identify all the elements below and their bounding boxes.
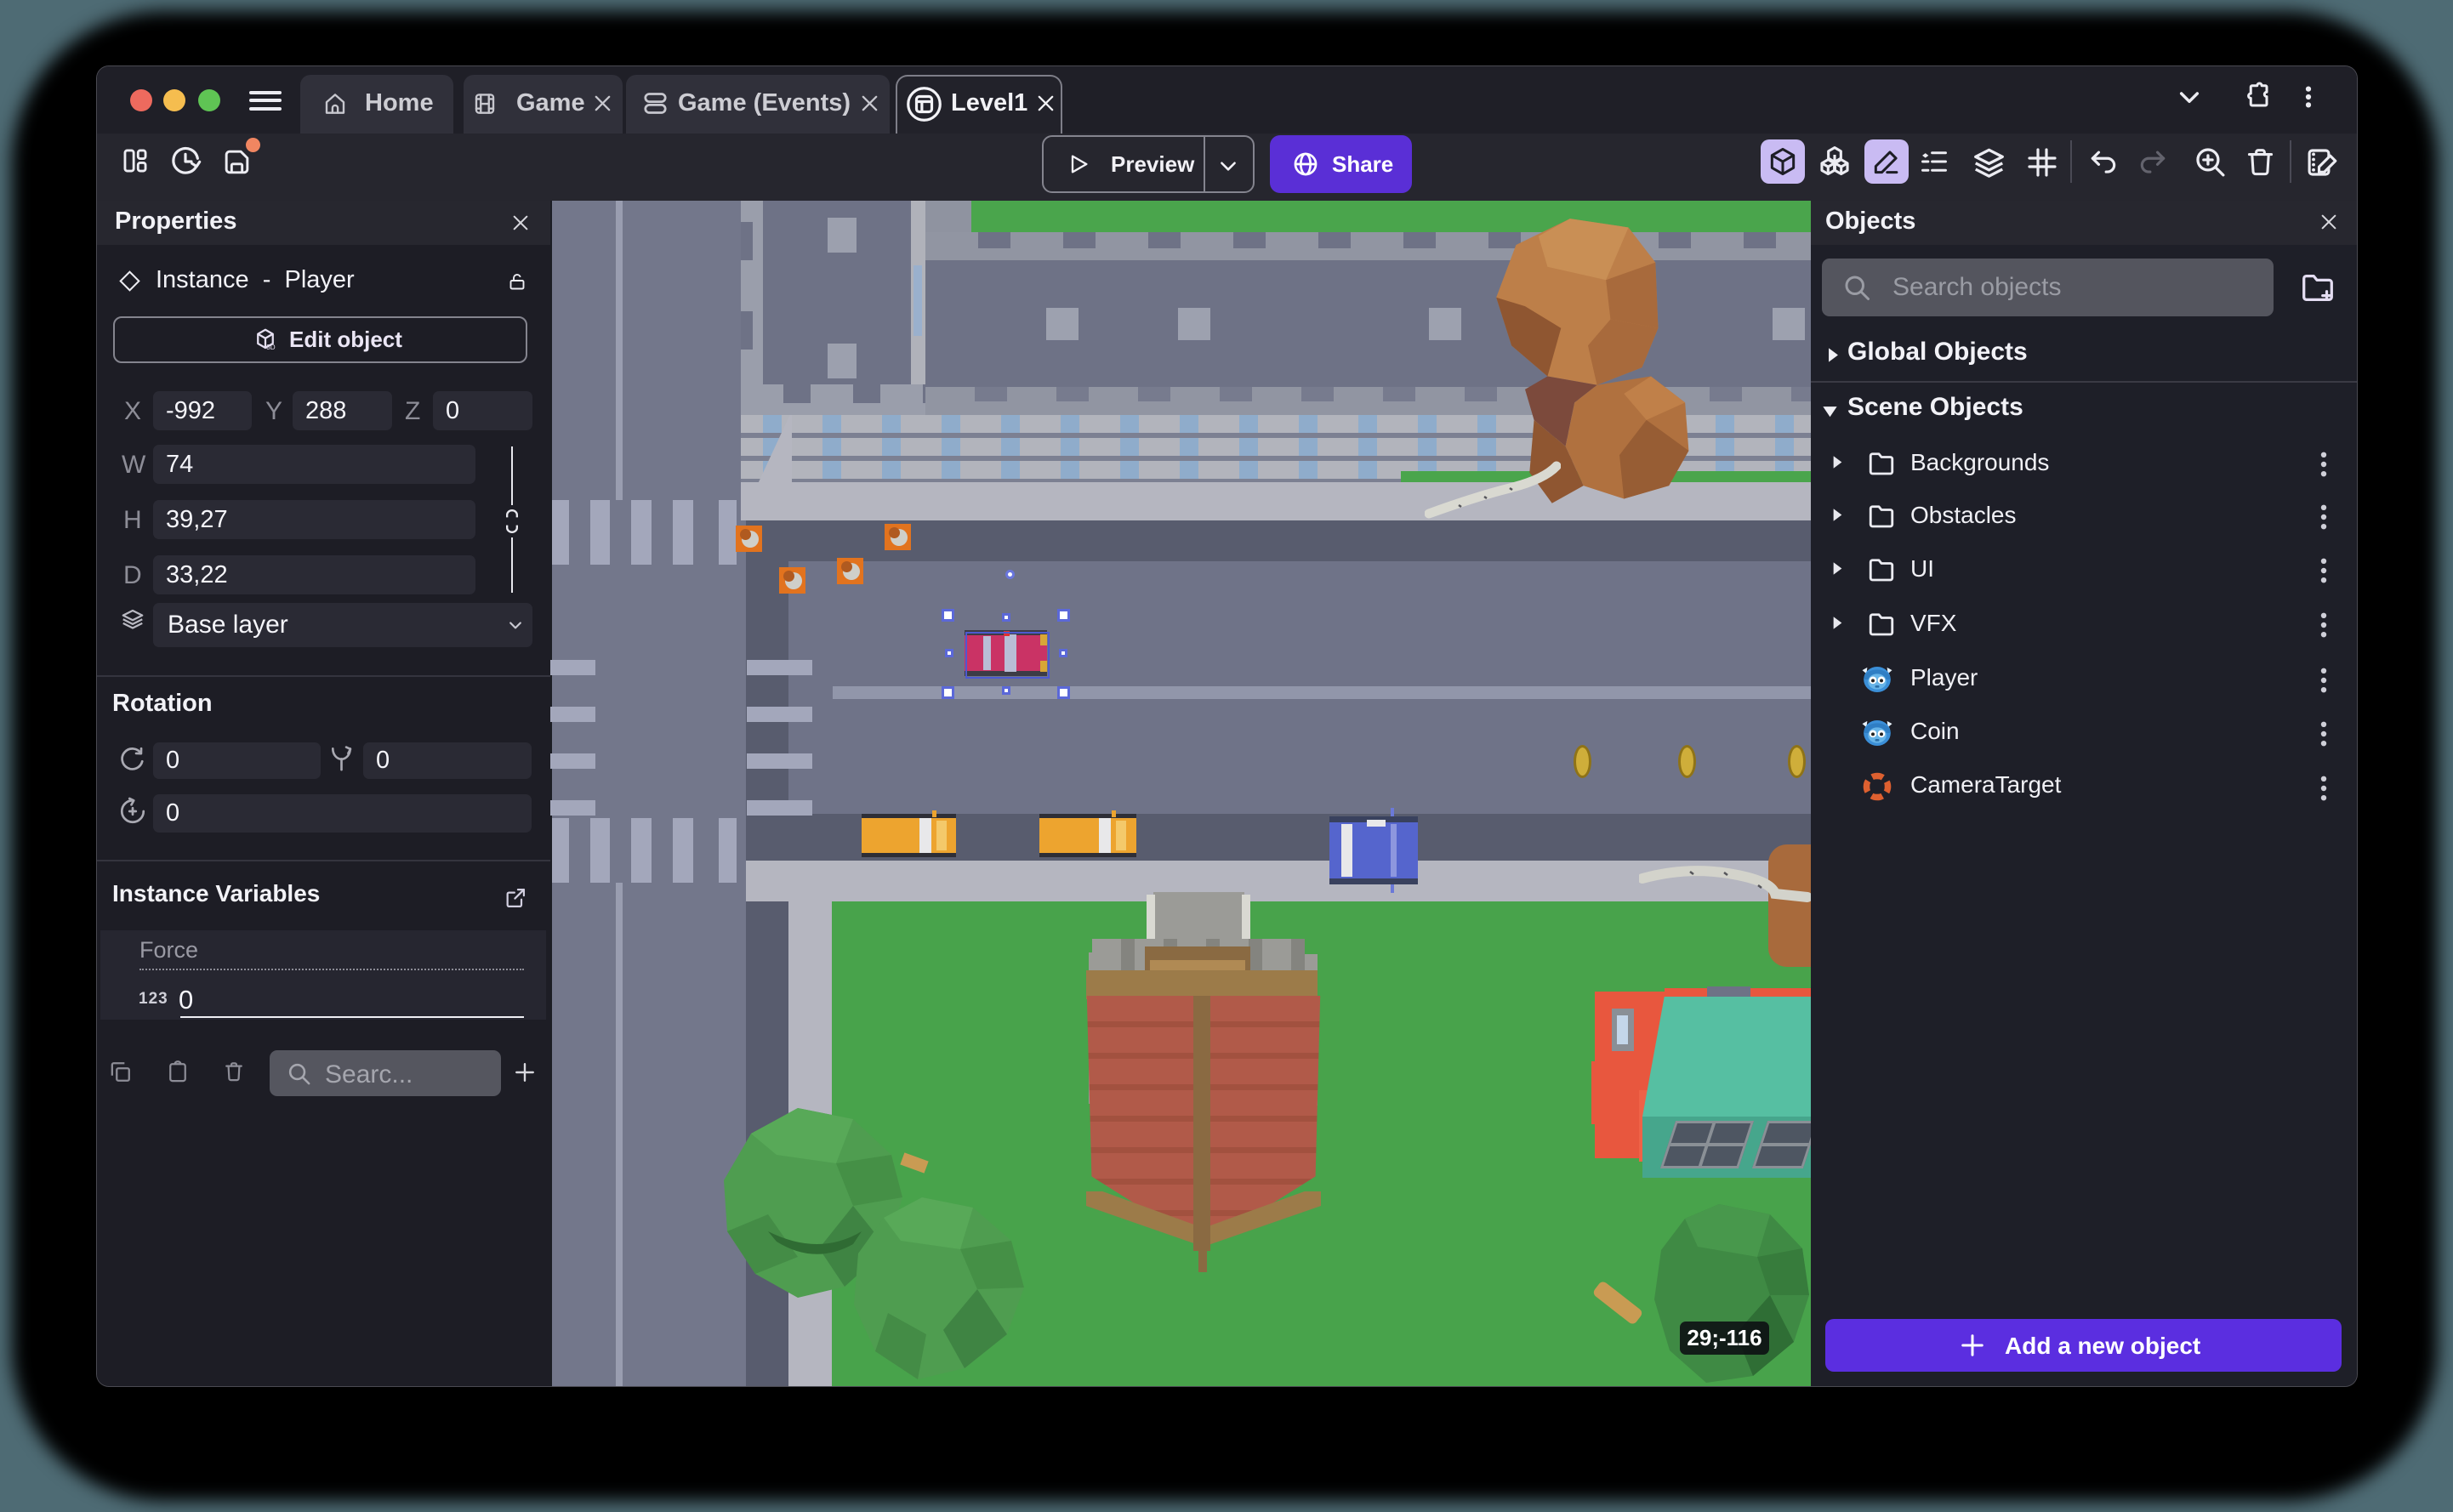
svg-text:3D: 3D (266, 344, 276, 351)
